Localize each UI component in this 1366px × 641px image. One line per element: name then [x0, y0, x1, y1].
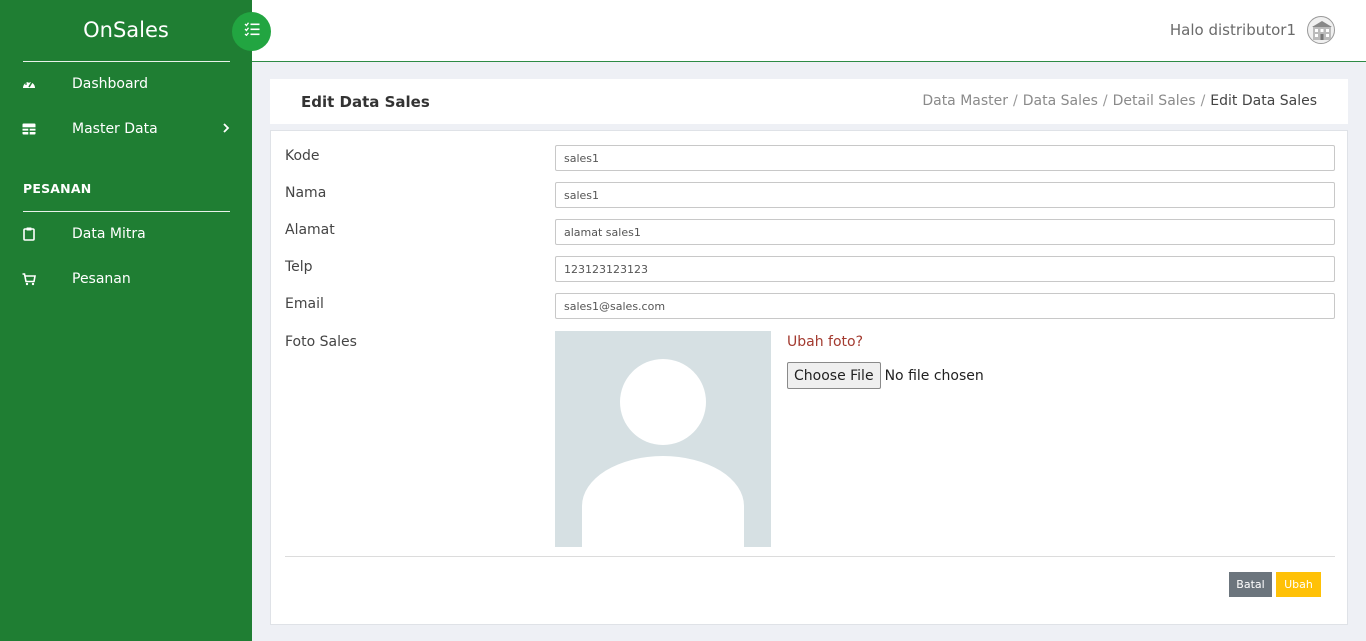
submit-button[interactable]: Ubah	[1276, 572, 1321, 597]
change-photo-label: Ubah foto?	[787, 334, 864, 350]
email-label: Email	[285, 296, 324, 312]
telp-field[interactable]	[555, 256, 1335, 282]
nama-field[interactable]	[555, 182, 1335, 208]
divider	[23, 61, 230, 62]
breadcrumb-item[interactable]: Data Master	[922, 93, 1008, 109]
breadcrumb-item[interactable]: Data Sales	[1023, 93, 1098, 109]
breadcrumb: Data Master / Data Sales / Detail Sales …	[922, 93, 1317, 109]
sidebar-item-dashboard[interactable]: Dashboard	[0, 64, 252, 104]
file-input: Choose File No file chosen	[787, 362, 984, 389]
user-greeting[interactable]: Halo distributor1	[1170, 21, 1296, 39]
alamat-label: Alamat	[285, 222, 335, 238]
sidebar-item-pesanan[interactable]: Pesanan	[0, 259, 252, 299]
topbar: Halo distributor1	[252, 0, 1366, 62]
cart-icon	[22, 272, 36, 286]
sales-photo	[555, 331, 771, 547]
breadcrumb-item-current: Edit Data Sales	[1210, 93, 1317, 109]
section-title: PESANAN	[23, 181, 92, 196]
clipboard-icon	[22, 227, 36, 241]
brand-logo[interactable]: OnSales	[0, 18, 252, 42]
table-icon	[22, 122, 36, 136]
alamat-field[interactable]	[555, 219, 1335, 245]
sidebar-item-master-data[interactable]: Master Data	[0, 109, 252, 149]
sidebar-item-label: Master Data	[72, 121, 158, 137]
nama-label: Nama	[285, 185, 327, 201]
cancel-button[interactable]: Batal	[1229, 572, 1272, 597]
sidebar-item-label: Dashboard	[72, 76, 148, 92]
email-field[interactable]	[555, 293, 1335, 319]
sidebar: OnSales Dashboard Master Data PESANAN Da…	[0, 0, 252, 641]
foto-sales-label: Foto Sales	[285, 334, 357, 350]
file-status: No file chosen	[884, 367, 984, 384]
kode-field[interactable]	[555, 145, 1335, 171]
sidebar-item-label: Pesanan	[72, 271, 131, 287]
sidebar-item-label: Data Mitra	[72, 226, 146, 242]
sidebar-toggle-button[interactable]	[232, 12, 271, 51]
breadcrumb-item[interactable]: Detail Sales	[1113, 93, 1196, 109]
page-header: Edit Data Sales Data Master / Data Sales…	[270, 79, 1348, 124]
chevron-right-icon	[222, 121, 230, 137]
divider	[23, 211, 230, 212]
sidebar-item-data-mitra[interactable]: Data Mitra	[0, 214, 252, 254]
choose-file-button[interactable]: Choose File	[787, 362, 881, 389]
user-placeholder-icon	[582, 359, 744, 547]
list-check-icon	[244, 22, 260, 41]
divider	[285, 556, 1335, 557]
tachometer-icon	[22, 77, 36, 91]
avatar[interactable]	[1307, 16, 1335, 44]
kode-label: Kode	[285, 148, 320, 164]
telp-label: Telp	[285, 259, 313, 275]
page-title: Edit Data Sales	[301, 93, 430, 111]
edit-sales-form: Kode Nama Alamat Telp Email Foto Sales U…	[270, 130, 1348, 625]
